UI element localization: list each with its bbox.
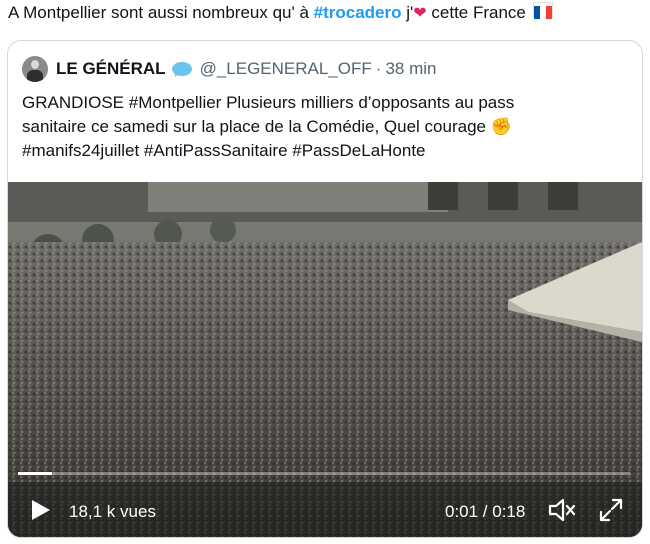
view-count: 18,1 k vues: [69, 502, 156, 521]
heart-emoji-icon: ❤: [413, 3, 427, 22]
speech-bubble-icon: [171, 61, 194, 78]
tweet-text-end: cette France: [426, 3, 526, 22]
video-time: 0:01 / 0:18: [445, 502, 526, 521]
video-player[interactable]: 18,1 k vues 0:01 / 0:18: [8, 182, 642, 537]
video-progress-fill: [18, 472, 53, 475]
tweet-text-start: A Montpellier sont aussi nombreux qu' à: [8, 3, 314, 22]
tweet-text-middle: j': [401, 3, 414, 22]
separator-dot: ·: [375, 59, 382, 78]
author-handle[interactable]: @_LEGENERAL_OFF: [200, 59, 372, 79]
france-flag-icon: [532, 2, 553, 19]
video-progress-bar[interactable]: [18, 472, 630, 475]
quoted-tweet-card[interactable]: LE GÉNÉRAL @_LEGENERAL_OFF · 38 min GRAN…: [7, 40, 643, 538]
quote-body: GRANDIOSE #Montpellier Plusieurs millier…: [22, 91, 632, 163]
quote-line: sanitaire ce samedi sur la place de la C…: [22, 117, 512, 136]
quote-line: GRANDIOSE #Montpellier Plusieurs millier…: [22, 93, 515, 112]
quote-header: LE GÉNÉRAL @_LEGENERAL_OFF · 38 min: [22, 55, 436, 83]
avatar[interactable]: [22, 56, 48, 82]
play-icon[interactable]: [28, 498, 52, 522]
avatar-head: [31, 60, 39, 69]
fullscreen-icon[interactable]: [598, 497, 624, 523]
flag-red-stripe: [545, 6, 552, 19]
hashtag-link[interactable]: #trocadero: [314, 3, 402, 22]
author-name[interactable]: LE GÉNÉRAL: [56, 59, 166, 79]
avatar-torso: [27, 70, 43, 82]
volume-muted-icon[interactable]: [547, 496, 577, 524]
tweet-text: A Montpellier sont aussi nombreux qu' à …: [8, 2, 644, 24]
quote-line: #manifs24juillet #AntiPassSanitaire #Pas…: [22, 141, 426, 160]
video-controls: 18,1 k vues 0:01 / 0:18: [8, 482, 642, 537]
timestamp[interactable]: 38 min: [385, 59, 436, 79]
